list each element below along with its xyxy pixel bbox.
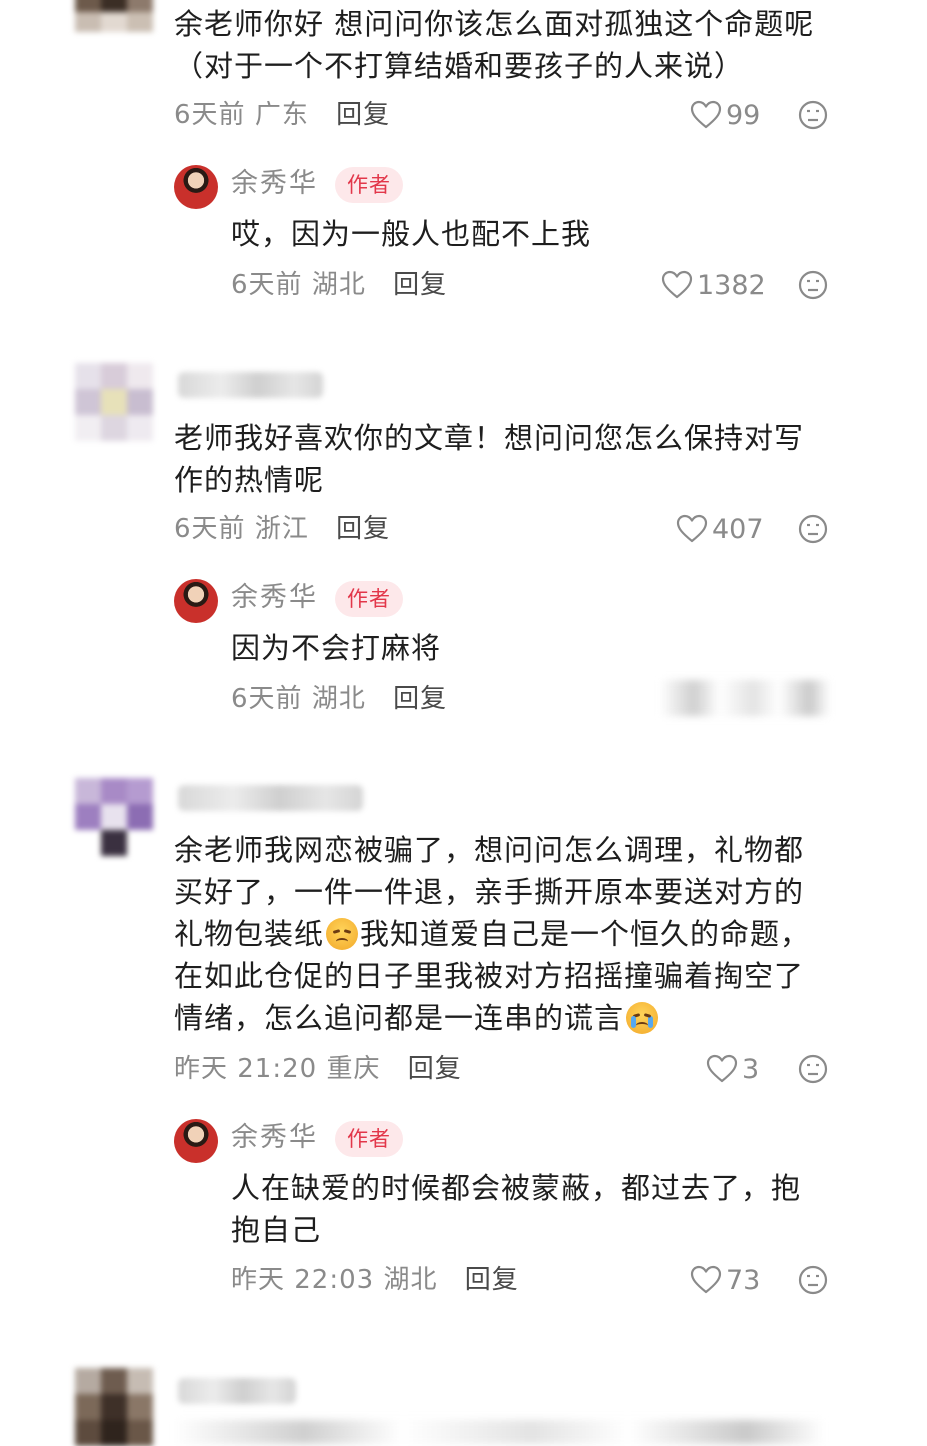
username-blurred[interactable] <box>178 785 363 811</box>
reply-location: 湖北 <box>311 270 366 300</box>
comment-text-cutoff <box>174 1420 824 1444</box>
reply-button[interactable]: 回复 <box>336 100 390 130</box>
reply-text: 哎，因为一般人也配不上我 <box>231 217 592 251</box>
avatar[interactable] <box>75 363 153 441</box>
reply-location: 湖北 <box>311 684 366 714</box>
comment-text: 作的热情呢 <box>174 463 325 497</box>
reply-button[interactable]: 回复 <box>336 514 390 544</box>
comment-text: 余老师你好 想问问你该怎么面对孤独这个命题呢 <box>174 7 815 41</box>
avatar[interactable] <box>75 0 153 32</box>
like-count: 99 <box>726 99 761 131</box>
comment-text-line: 情绪，怎么追问都是一连串的谎言 <box>174 997 660 1039</box>
comment-text: 礼物包装纸 <box>174 917 325 951</box>
comment-location: 重庆 <box>326 1054 381 1084</box>
reply-text: 抱自己 <box>231 1213 322 1247</box>
reply-time: 6天前 <box>231 270 303 300</box>
like-button[interactable]: 1382 <box>661 268 766 302</box>
reply-meta: 昨天 22:03 湖北 回复 <box>231 1263 519 1297</box>
author-badge: 作者 <box>335 167 403 203</box>
comment-text: 在如此仓促的日子里我被对方招摇撞骗着掏空了 <box>174 959 805 993</box>
comment-text: （对于一个不打算结婚和要孩子的人来说） <box>174 49 745 83</box>
comment-text: 余老师我网恋被骗了，想问问怎么调理，礼物都 <box>174 833 805 867</box>
avatar[interactable] <box>75 1368 153 1446</box>
author-avatar[interactable] <box>174 579 218 623</box>
comment-location: 广东 <box>254 100 309 130</box>
sad-face-emoji <box>326 918 359 950</box>
comment-text: 买好了，一件一件退，亲手撕开原本要送对方的 <box>174 875 805 909</box>
author-avatar[interactable] <box>174 1119 218 1163</box>
comment-time: 6天前 <box>174 514 246 544</box>
like-count: 3 <box>742 1053 760 1085</box>
author-name[interactable]: 余秀华 <box>231 166 318 202</box>
heart-icon <box>706 1054 738 1083</box>
comment-text: 老师我好喜欢你的文章！想问问您怎么保持对写 <box>174 421 805 455</box>
reply-meta: 6天前 湖北 回复 <box>231 268 447 302</box>
username-blurred[interactable] <box>178 372 323 398</box>
reply-button[interactable]: 回复 <box>465 1265 519 1295</box>
dislike-icon[interactable] <box>798 1054 828 1084</box>
reply-location: 湖北 <box>383 1265 438 1295</box>
avatar[interactable] <box>75 778 153 856</box>
like-button[interactable]: 3 <box>706 1052 759 1086</box>
like-button[interactable]: 73 <box>690 1263 760 1297</box>
like-count: 73 <box>726 1264 761 1296</box>
comment-text: 我知道爱自己是一个恒久的命题， <box>360 917 811 951</box>
dislike-icon[interactable] <box>798 100 828 130</box>
like-button[interactable]: 407 <box>676 512 764 546</box>
author-name[interactable]: 余秀华 <box>231 1120 318 1156</box>
dislike-icon[interactable] <box>798 1265 828 1295</box>
heart-icon <box>690 1265 722 1294</box>
reply-time: 6天前 <box>231 684 303 714</box>
dislike-icon[interactable] <box>798 514 828 544</box>
heart-icon <box>661 270 693 299</box>
comment-meta: 昨天 21:20 重庆 回复 <box>174 1052 462 1086</box>
comment-time: 昨天 21:20 <box>174 1054 318 1084</box>
author-badge: 作者 <box>335 1121 403 1157</box>
reply-time: 昨天 22:03 <box>231 1265 375 1295</box>
reply-button[interactable]: 回复 <box>393 684 447 714</box>
author-badge: 作者 <box>335 581 403 617</box>
like-button[interactable]: 99 <box>690 98 760 132</box>
like-count: 1382 <box>697 269 766 301</box>
reply-text: 人在缺爱的时候都会被蒙蔽，都过去了，抱 <box>231 1171 802 1205</box>
heart-icon <box>690 100 722 129</box>
like-count: 407 <box>712 513 764 545</box>
reply-button[interactable]: 回复 <box>393 270 447 300</box>
reply-button[interactable]: 回复 <box>408 1054 462 1084</box>
comment-text-line: 礼物包装纸 我知道爱自己是一个恒久的命题， <box>174 913 810 955</box>
dislike-icon[interactable] <box>798 270 828 300</box>
like-area-blurred <box>660 680 830 716</box>
comment-text: 情绪，怎么追问都是一连串的谎言 <box>174 1001 625 1035</box>
author-avatar[interactable] <box>174 165 218 209</box>
comment-time: 6天前 <box>174 100 246 130</box>
reply-text: 因为不会打麻将 <box>231 631 442 665</box>
crying-face-emoji <box>626 1002 659 1034</box>
comment-meta: 6天前 浙江 回复 <box>174 512 390 546</box>
username-blurred[interactable] <box>178 1378 296 1404</box>
comment-location: 浙江 <box>254 514 309 544</box>
reply-meta: 6天前 湖北 回复 <box>231 682 447 716</box>
author-name[interactable]: 余秀华 <box>231 580 318 616</box>
heart-icon <box>676 514 708 543</box>
comment-meta: 6天前 广东 回复 <box>174 98 390 132</box>
